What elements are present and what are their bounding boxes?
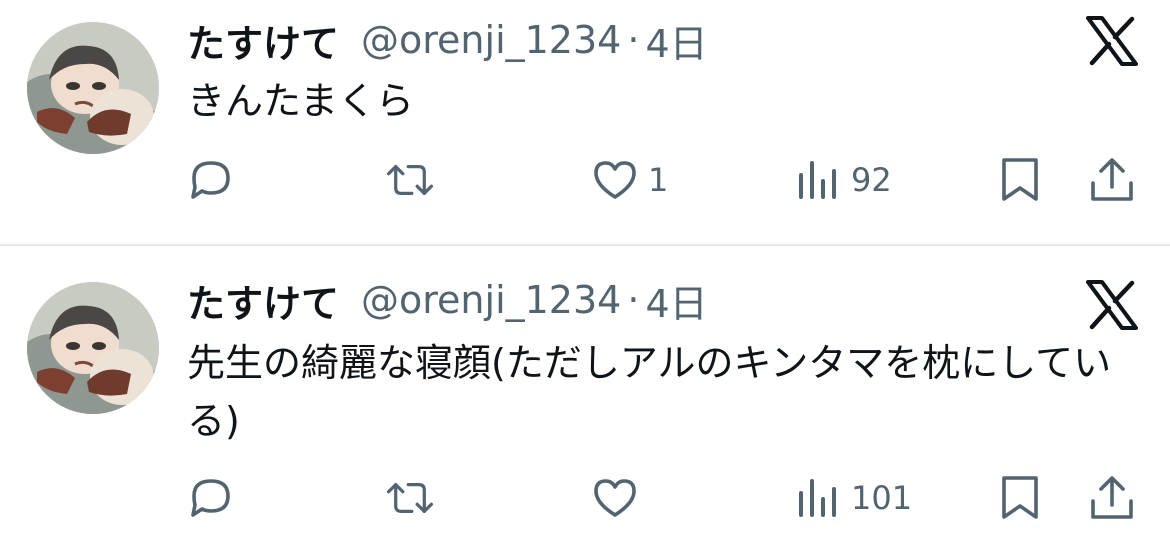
avatar-image	[27, 282, 159, 414]
bookmark-icon	[1002, 476, 1038, 519]
timestamp[interactable]: 4日	[645, 273, 707, 328]
like-button[interactable]: 1	[590, 150, 668, 210]
share-button[interactable]	[1087, 468, 1137, 528]
separator-dot: ·	[627, 18, 640, 62]
share-icon	[1091, 158, 1133, 201]
tweet[interactable]: たすけて @orenji_1234 · 4日 きんたまくら 1 92	[0, 0, 1170, 244]
tweet-header: たすけて @orenji_1234 · 4日	[187, 274, 708, 326]
views-button[interactable]: 101	[793, 468, 912, 528]
avatar[interactable]	[27, 282, 159, 414]
x-logo-icon	[1086, 280, 1138, 330]
view-count: 101	[851, 479, 913, 517]
heart-icon	[594, 479, 636, 517]
reply-button[interactable]	[186, 150, 236, 210]
retweet-button[interactable]	[385, 468, 435, 528]
bookmark-button[interactable]	[995, 468, 1045, 528]
avatar-image	[27, 22, 159, 154]
bookmark-button[interactable]	[995, 150, 1045, 210]
views-icon	[799, 479, 836, 517]
display-name[interactable]: たすけて	[187, 273, 339, 328]
x-logo-icon	[1086, 16, 1138, 66]
views-button[interactable]: 92	[793, 150, 892, 210]
timestamp[interactable]: 4日	[645, 13, 707, 68]
tweet-header: たすけて @orenji_1234 · 4日	[187, 14, 708, 66]
views-icon	[799, 161, 836, 199]
reply-icon	[191, 479, 230, 517]
reply-icon	[191, 161, 230, 199]
separator-dot: ·	[627, 278, 640, 322]
like-count: 1	[648, 161, 669, 199]
retweet-icon	[386, 483, 434, 513]
user-handle[interactable]: @orenji_1234	[361, 278, 621, 322]
reply-button[interactable]	[186, 468, 236, 528]
tweet-text: 先生の綺麗な寝顔(ただしアルのキンタマを枕にしている)	[187, 341, 1112, 443]
retweet-icon	[386, 164, 434, 195]
display-name[interactable]: たすけて	[187, 13, 339, 68]
tweet-actions: 101	[0, 468, 1170, 528]
like-button[interactable]	[590, 468, 640, 528]
tweet-actions: 1 92	[0, 150, 1170, 210]
view-count: 92	[851, 161, 892, 199]
share-button[interactable]	[1087, 150, 1137, 210]
share-icon	[1091, 476, 1133, 519]
tweet-text: きんたまくら	[187, 79, 414, 123]
tweet[interactable]: たすけて @orenji_1234 · 4日 先生の綺麗な寝顔(ただしアルのキン…	[0, 246, 1170, 560]
heart-icon	[594, 161, 636, 199]
retweet-button[interactable]	[385, 150, 435, 210]
bookmark-icon	[1002, 158, 1038, 201]
user-handle[interactable]: @orenji_1234	[361, 18, 621, 62]
avatar[interactable]	[27, 22, 159, 154]
